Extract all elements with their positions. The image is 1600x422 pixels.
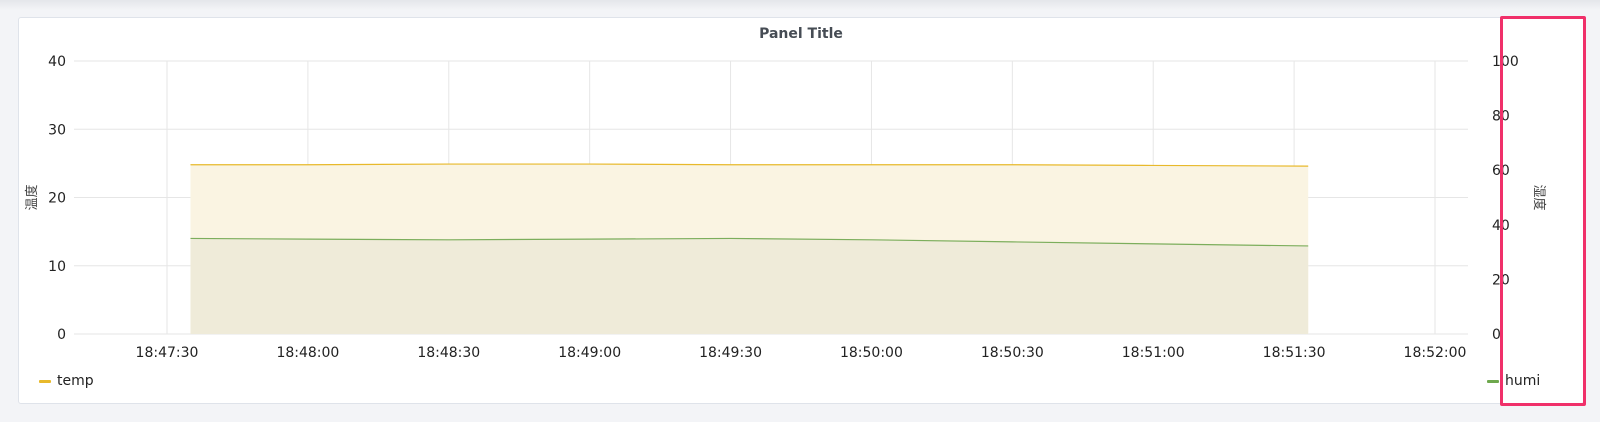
- y-left-tick-label: 10: [48, 259, 66, 275]
- y-right-tick-label: 60: [1492, 163, 1510, 179]
- x-tick-label: 18:48:00: [276, 345, 339, 361]
- legend-label-humi: humi: [1505, 373, 1541, 389]
- x-tick-label: 18:48:30: [417, 345, 480, 361]
- legend-swatch-temp: [39, 379, 51, 383]
- x-tick-label: 18:47:30: [136, 345, 199, 361]
- y-right-tick-label: 80: [1492, 109, 1510, 125]
- legend-label-temp: temp: [57, 373, 94, 389]
- series-area-humi: [190, 238, 1309, 334]
- y-right-tick-label: 0: [1492, 327, 1501, 343]
- x-tick-label: 18:50:00: [840, 345, 903, 361]
- time-series-chart: 0 10 20 30 40 18:47:30 18:48:00 18:48:30 18:49:0…: [24, 54, 1547, 361]
- x-tick-label: 18:49:30: [699, 345, 762, 361]
- y-right-tick-label: 20: [1492, 272, 1510, 288]
- y-left-tick-label: 40: [48, 54, 66, 70]
- y-left-axis-title: 温度: [24, 184, 40, 210]
- x-tick-label: 18:49:00: [558, 345, 621, 361]
- y-right-tick-label: 40: [1492, 218, 1510, 234]
- y-left-tick-label: 20: [48, 191, 66, 207]
- x-tick-label: 18:52:00: [1404, 345, 1467, 361]
- x-tick-label: 18:50:30: [981, 345, 1044, 361]
- y-left-tick-label: 0: [57, 327, 66, 343]
- legend-item-humi[interactable]: humi: [1487, 373, 1540, 389]
- y-right-axis-title: 湿度: [1531, 184, 1547, 210]
- y-left-tick-label: 30: [48, 122, 66, 138]
- x-tick-label: 18:51:30: [1263, 345, 1326, 361]
- x-tick-label: 18:51:00: [1122, 345, 1185, 361]
- legend-swatch-humi: [1487, 379, 1499, 383]
- y-right-tick-label: 100: [1492, 54, 1519, 70]
- legend-item-temp[interactable]: temp: [39, 373, 94, 389]
